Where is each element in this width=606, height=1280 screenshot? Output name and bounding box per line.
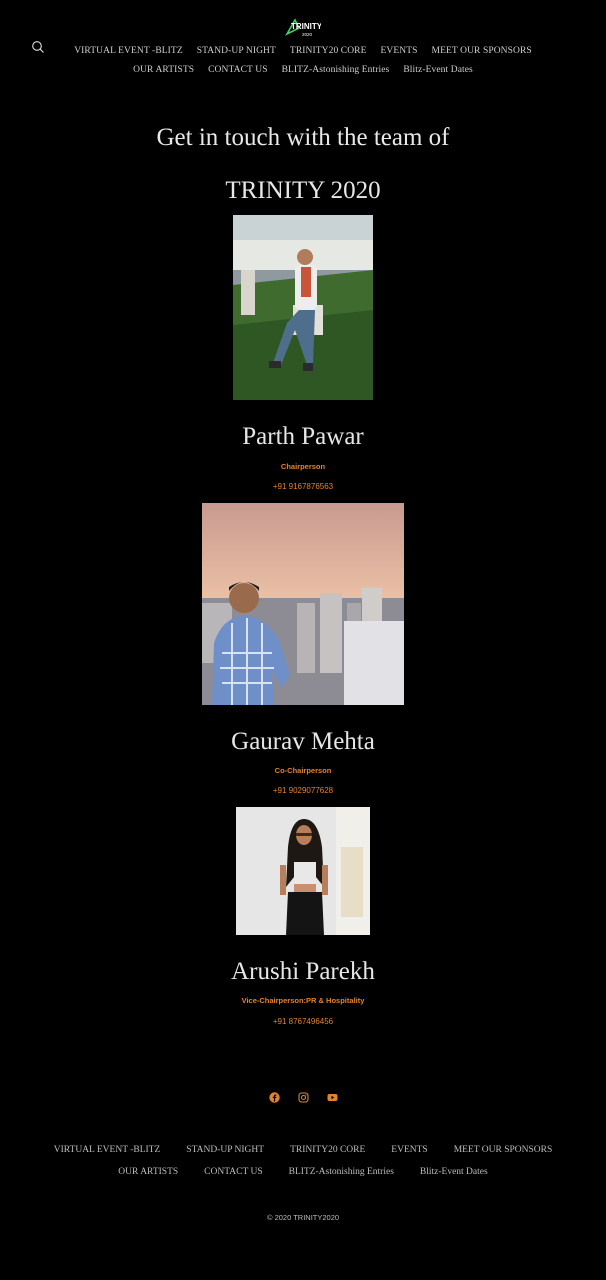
footer-nav-events[interactable]: EVENTS — [391, 1145, 427, 1155]
footer-nav-meet-our-sponsors[interactable]: MEET OUR SPONSORS — [454, 1145, 553, 1155]
footer-nav-row-1: VIRTUAL EVENT -BLITZ STAND-UP NIGHT TRIN… — [0, 1145, 606, 1155]
member-phone[interactable]: +91 9167876563 — [0, 482, 606, 491]
logo-subtext: 2020 — [302, 32, 313, 37]
nav-blitz-event-dates[interactable]: Blitz-Event Dates — [403, 65, 473, 75]
footer-nav-row-2: OUR ARTISTS CONTACT US BLITZ-Astonishing… — [0, 1167, 606, 1177]
member-name: Arushi Parekh — [231, 958, 375, 985]
nav-meet-our-sponsors[interactable]: MEET OUR SPONSORS — [432, 46, 532, 56]
logo-text: TRINITY — [291, 22, 321, 31]
member-phone[interactable]: +91 8767496456 — [0, 1017, 606, 1026]
trinity-logo[interactable]: TRINITY 2020 — [281, 16, 321, 38]
member-photo-arushi-parekh — [236, 807, 370, 935]
nav-trinity20-core[interactable]: TRINITY20 CORE — [290, 46, 367, 56]
page-heading-line-2: TRINITY 2020 — [225, 177, 381, 204]
nav-contact-us[interactable]: CONTACT US — [208, 65, 267, 75]
member-photo-parth-pawar — [233, 215, 373, 400]
footer-nav-blitz-astonishing-entries[interactable]: BLITZ-Astonishing Entries — [289, 1167, 394, 1177]
footer-nav-our-artists[interactable]: OUR ARTISTS — [118, 1167, 178, 1177]
nav-stand-up-night[interactable]: STAND-UP NIGHT — [197, 46, 276, 56]
facebook-icon[interactable] — [268, 1092, 280, 1103]
member-name: Parth Pawar — [242, 423, 364, 450]
page-heading-line-1: Get in touch with the team of — [156, 124, 450, 151]
footer-nav-virtual-event-blitz[interactable]: VIRTUAL EVENT -BLITZ — [54, 1145, 161, 1155]
footer-nav-blitz-event-dates[interactable]: Blitz-Event Dates — [420, 1167, 488, 1177]
footer-nav-trinity20-core[interactable]: TRINITY20 CORE — [290, 1145, 365, 1155]
member-role: Vice-Chairperson:PR & Hospitality — [241, 996, 365, 1005]
member-role: Co-Chairperson — [274, 766, 332, 775]
member-name: Gaurav Mehta — [231, 728, 375, 755]
nav-virtual-event-blitz[interactable]: VIRTUAL EVENT -BLITZ — [74, 46, 183, 56]
youtube-icon[interactable] — [327, 1092, 338, 1103]
instagram-icon[interactable] — [297, 1092, 309, 1103]
nav-events[interactable]: EVENTS — [381, 46, 418, 56]
footer-nav-stand-up-night[interactable]: STAND-UP NIGHT — [186, 1145, 264, 1155]
member-photo-gaurav-mehta — [202, 503, 404, 705]
member-phone[interactable]: +91 9029077628 — [0, 786, 606, 795]
main-nav-row-2: OUR ARTISTS CONTACT US BLITZ-Astonishing… — [0, 65, 606, 75]
copyright-text: © 2020 TRINITY2020 — [266, 1213, 340, 1222]
nav-our-artists[interactable]: OUR ARTISTS — [133, 65, 194, 75]
member-role: Chairperson — [280, 462, 326, 471]
social-links — [0, 1092, 606, 1103]
main-nav-row-1: VIRTUAL EVENT -BLITZ STAND-UP NIGHT TRIN… — [0, 46, 606, 56]
nav-blitz-astonishing-entries[interactable]: BLITZ-Astonishing Entries — [282, 65, 390, 75]
footer-nav-contact-us[interactable]: CONTACT US — [204, 1167, 262, 1177]
